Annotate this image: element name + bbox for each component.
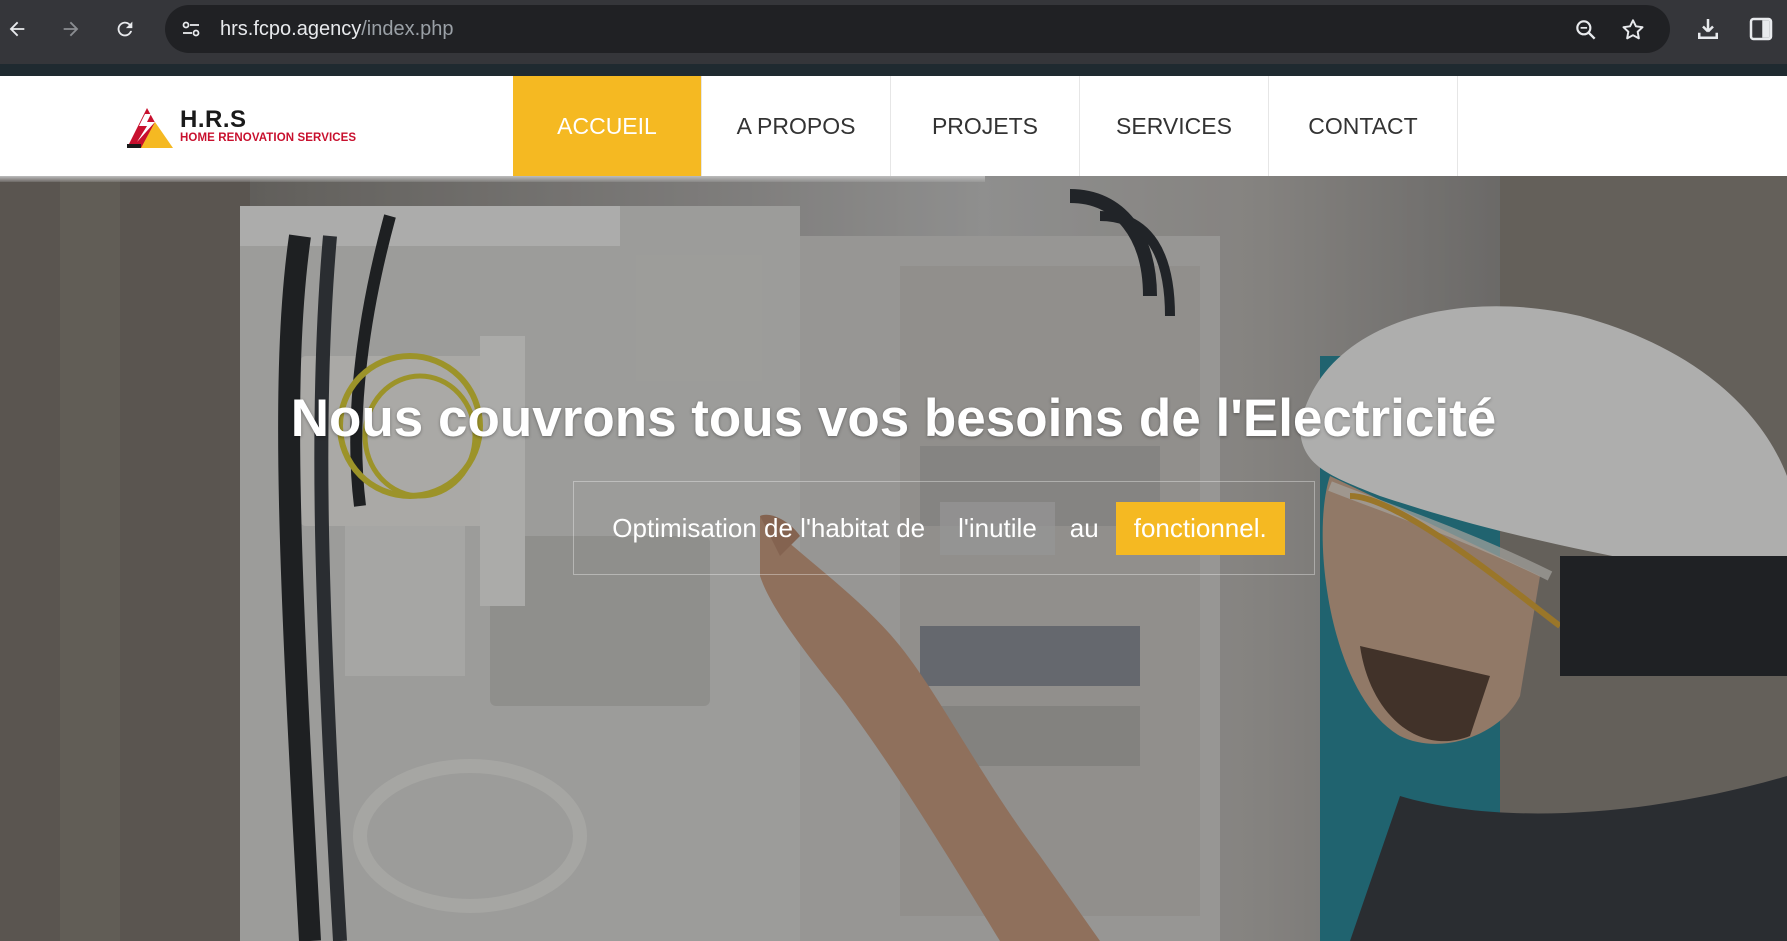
hero-title-emphasis: l'Electricité (1215, 389, 1497, 448)
logo-mark-icon (127, 108, 173, 148)
reload-icon[interactable] (108, 12, 142, 46)
url-text[interactable]: hrs.fcpo.agency/index.php (220, 17, 454, 41)
hero-tagline-chip-fonctionnel: fonctionnel. (1115, 501, 1285, 555)
logo[interactable]: H.R.S HOME RENOVATION SERVICES (125, 106, 375, 152)
nav-item-a-propos[interactable]: A PROPOS (702, 76, 891, 176)
url-path: /index.php (361, 18, 454, 40)
header-underline-shadow (0, 176, 985, 182)
site-settings-icon[interactable] (179, 17, 203, 41)
hero-tagline-chip-inutile: l'inutile (940, 501, 1055, 555)
logo-tagline: HOME RENOVATION SERVICES (180, 132, 357, 144)
url-host: hrs.fcpo.agency (220, 18, 362, 40)
nav-item-accueil[interactable]: ACCUEIL (513, 76, 702, 176)
hero-title-prefix: Nous couvrons tous vos besoins de (290, 389, 1216, 448)
nav-item-services[interactable]: SERVICES (1080, 76, 1269, 176)
hero-tagline-mid: au (1069, 512, 1099, 543)
hero-section: Nous couvrons tous vos besoins de l'Elec… (0, 176, 1787, 941)
nav-item-projets[interactable]: PROJETS (891, 76, 1080, 176)
browser-toolbar: hrs.fcpo.agency/index.php (0, 0, 1787, 64)
logo-brand: H.R.S (180, 106, 247, 133)
side-panel-icon[interactable] (1746, 14, 1776, 44)
nav-item-contact[interactable]: CONTACT (1269, 76, 1458, 176)
hero-tagline-start: Optimisation de l'habitat de (612, 512, 926, 543)
zoom-icon[interactable] (1573, 17, 1599, 43)
download-icon[interactable] (1693, 14, 1723, 44)
bookmark-star-icon[interactable] (1620, 17, 1646, 43)
forward-arrow-icon[interactable] (54, 12, 88, 46)
hero-title: Nous couvrons tous vos besoins de l'Elec… (0, 388, 1787, 449)
address-bar[interactable]: hrs.fcpo.agency/index.php (165, 5, 1670, 53)
back-arrow-icon[interactable] (0, 12, 34, 46)
browser-toolbar-divider (0, 64, 1787, 76)
main-nav: ACCUEIL A PROPOS PROJETS SERVICES CONTAC… (513, 76, 1458, 176)
hero-tagline: Optimisation de l'habitat de l'inutile a… (573, 481, 1315, 575)
site-header: H.R.S HOME RENOVATION SERVICES ACCUEIL A… (0, 76, 1787, 176)
